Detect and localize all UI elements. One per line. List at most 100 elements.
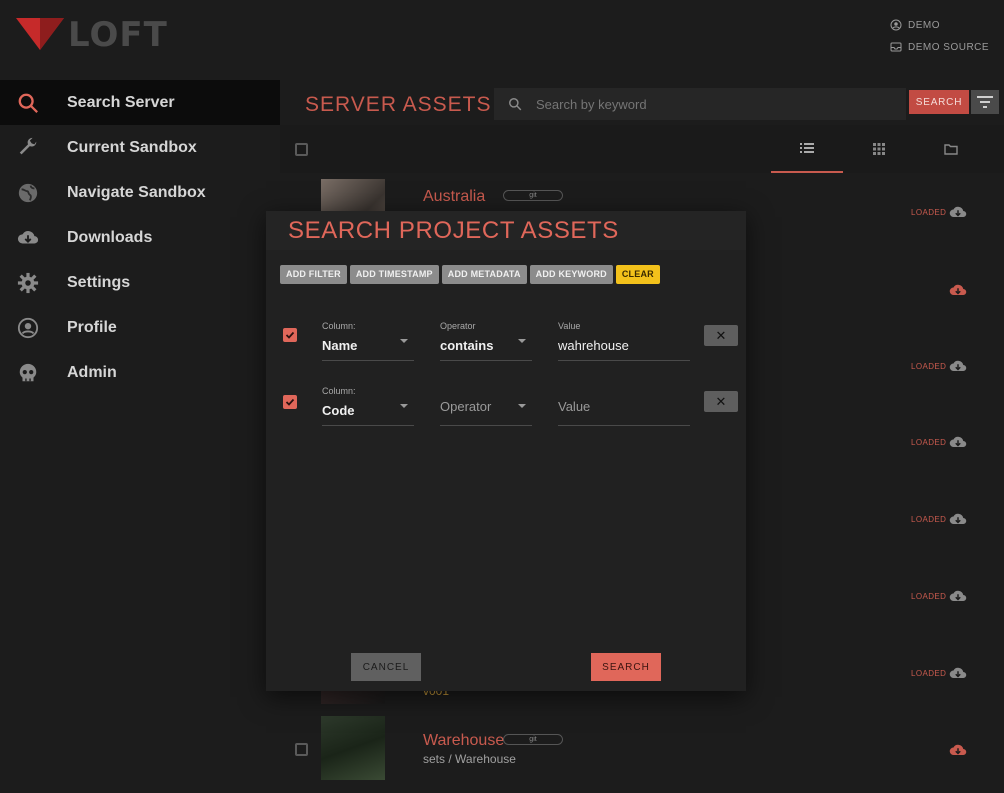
remove-filter-button[interactable]: ✕	[704, 391, 738, 412]
sidebar-item-downloads[interactable]: Downloads	[0, 215, 280, 260]
clear-button[interactable]: CLEAR	[615, 265, 660, 284]
check-icon	[285, 398, 295, 406]
cloud-download-icon[interactable]	[949, 742, 967, 756]
user-name: DEMO	[908, 19, 940, 31]
page-title: SERVER ASSETS	[305, 93, 492, 116]
loaded-status: LOADED	[911, 438, 947, 447]
operator-label: Operator	[440, 321, 476, 331]
asset-thumbnail	[321, 716, 385, 780]
chevron-down-icon	[400, 404, 408, 408]
column-label: Column:	[322, 386, 356, 396]
filter-enabled-checkbox[interactable]	[283, 395, 297, 409]
tab-folder-view[interactable]	[915, 125, 987, 173]
asset-name[interactable]: Australia	[423, 188, 485, 206]
cloud-download-icon[interactable]	[949, 588, 967, 602]
column-select[interactable]: Column: Name	[322, 321, 414, 361]
sidebar-item-label: Current Sandbox	[67, 138, 197, 156]
cloud-download-icon[interactable]	[949, 204, 967, 218]
value-field[interactable]: Value	[558, 386, 690, 426]
dialog-search-button[interactable]: SEARCH	[591, 653, 661, 681]
dialog-title: SEARCH PROJECT ASSETS	[266, 211, 746, 250]
sidebar-item-profile[interactable]: Profile	[0, 305, 280, 350]
top-header: LOFT DEMO DEMO SOURCE	[0, 0, 1004, 80]
remove-filter-button[interactable]: ✕	[704, 325, 738, 346]
filter-enabled-checkbox[interactable]	[283, 328, 297, 342]
asset-name[interactable]: Warehouse	[423, 732, 504, 750]
loaded-status: LOADED	[911, 362, 947, 371]
operator-select[interactable]: Operator contains	[440, 321, 532, 361]
loaded-status: LOADED	[911, 592, 947, 601]
filter-toggle-button[interactable]	[971, 90, 999, 114]
loaded-status: LOADED	[911, 208, 947, 217]
list-view-icon	[800, 143, 814, 153]
grid-view-icon	[873, 143, 885, 155]
filter-chip-row: ADD FILTER ADD TIMESTAMP ADD METADATA AD…	[280, 265, 660, 284]
chevron-down-icon	[400, 339, 408, 343]
logo-triangle-shade-icon	[40, 18, 64, 50]
close-icon: ✕	[715, 327, 727, 343]
list-toolbar	[280, 125, 1004, 173]
app-root: LOFT DEMO DEMO SOURCE Search Server Curr…	[0, 0, 1004, 793]
add-metadata-button[interactable]: ADD METADATA	[441, 265, 527, 284]
sidebar-item-label: Downloads	[67, 228, 153, 246]
user-source-label: DEMO SOURCE	[908, 41, 990, 53]
operator-placeholder: Operator	[440, 399, 492, 414]
chevron-down-icon	[518, 339, 526, 343]
cloud-download-icon[interactable]	[949, 665, 967, 679]
select-all-checkbox[interactable]	[295, 143, 308, 156]
cloud-download-icon[interactable]	[949, 511, 967, 525]
search-project-assets-dialog: SEARCH PROJECT ASSETS ADD FILTER ADD TIM…	[266, 211, 746, 691]
loft-logo[interactable]: LOFT	[16, 15, 196, 55]
wrench-icon	[16, 136, 40, 160]
account-icon	[890, 19, 902, 31]
search-button[interactable]: SEARCH	[909, 90, 969, 114]
asset-row[interactable]: Warehouse git sets / Warehouse	[280, 716, 1004, 786]
add-timestamp-button[interactable]: ADD TIMESTAMP	[349, 265, 439, 284]
value-field[interactable]: Value wahrehouse	[558, 321, 690, 361]
filter-list-icon	[977, 96, 993, 108]
sidebar: Search Server Current Sandbox Navigate S…	[0, 80, 280, 793]
user-account[interactable]: DEMO	[890, 14, 990, 36]
user-area: DEMO DEMO SOURCE	[890, 14, 990, 58]
check-icon	[285, 331, 295, 339]
git-tag: git	[503, 190, 563, 201]
cloud-download-icon[interactable]	[949, 434, 967, 448]
sidebar-item-label: Navigate Sandbox	[67, 183, 206, 201]
column-value: Code	[322, 403, 355, 418]
account-icon	[16, 316, 40, 340]
sidebar-item-admin[interactable]: Admin	[0, 350, 280, 395]
cancel-button[interactable]: CANCEL	[351, 653, 421, 681]
column-select[interactable]: Column: Code	[322, 386, 414, 426]
add-filter-button[interactable]: ADD FILTER	[280, 265, 347, 284]
operator-select[interactable]: Operator	[440, 386, 532, 426]
chevron-down-icon	[518, 404, 526, 408]
column-label: Column:	[322, 321, 356, 331]
sidebar-item-search-server[interactable]: Search Server	[0, 80, 280, 125]
close-icon: ✕	[715, 393, 727, 409]
keyword-search-input[interactable]	[536, 96, 876, 112]
inbox-icon	[890, 42, 902, 52]
sidebar-item-navigate-sandbox[interactable]: Navigate Sandbox	[0, 170, 280, 215]
add-keyword-button[interactable]: ADD KEYWORD	[529, 265, 613, 284]
tab-grid-view[interactable]	[843, 125, 915, 173]
user-source[interactable]: DEMO SOURCE	[890, 36, 990, 58]
cloud-download-icon[interactable]	[949, 358, 967, 372]
sidebar-item-label: Settings	[67, 273, 131, 291]
logo-text: LOFT	[68, 15, 168, 55]
value-text: wahrehouse	[558, 338, 629, 353]
keyword-search-bar	[494, 88, 906, 120]
globe-icon	[16, 181, 40, 205]
asset-path: sets / Warehouse	[423, 752, 516, 766]
sidebar-item-label: Admin	[67, 363, 117, 381]
row-checkbox[interactable]	[295, 743, 308, 756]
sidebar-item-label: Profile	[67, 318, 117, 336]
search-icon	[509, 98, 522, 111]
sidebar-item-current-sandbox[interactable]: Current Sandbox	[0, 125, 280, 170]
column-value: Name	[322, 338, 358, 353]
skull-icon	[16, 361, 40, 385]
search-icon	[16, 91, 40, 115]
sidebar-item-settings[interactable]: Settings	[0, 260, 280, 305]
cloud-download-icon[interactable]	[949, 282, 967, 296]
tab-list-view[interactable]	[771, 125, 843, 173]
cloud-download-icon	[16, 226, 40, 250]
